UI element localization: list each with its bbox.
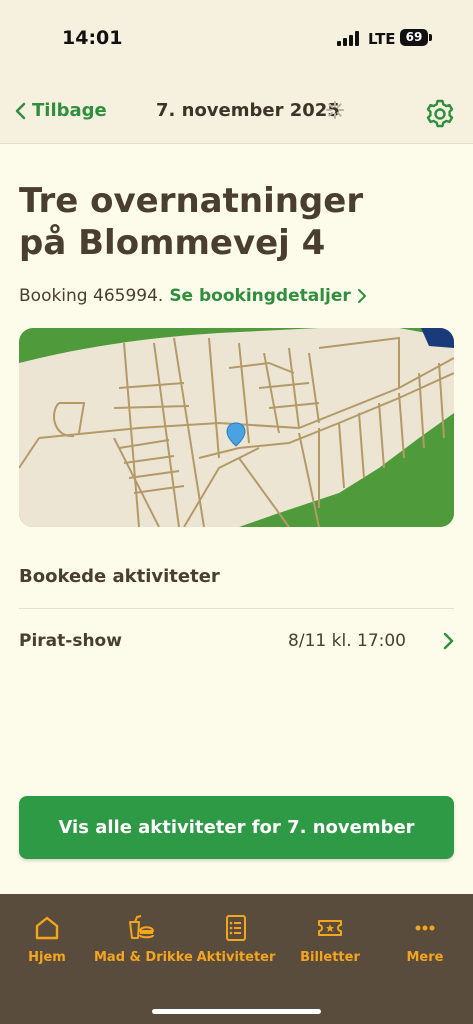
booking-number: Booking 465994. bbox=[19, 286, 164, 306]
back-button[interactable]: Tilbage bbox=[14, 100, 107, 121]
tab-tickets[interactable]: Billetter bbox=[283, 914, 377, 974]
battery-level: 69 bbox=[400, 29, 428, 46]
title-line-1: Tre overnatninger bbox=[19, 181, 364, 221]
tab-activities[interactable]: Aktiviteter bbox=[189, 914, 283, 974]
status-bar: 14:01 LTE 69 bbox=[0, 0, 473, 80]
site-map[interactable] bbox=[19, 328, 454, 527]
settings-gear-icon[interactable] bbox=[423, 97, 457, 131]
tab-label: Mere bbox=[406, 950, 444, 965]
ticket-icon bbox=[318, 920, 342, 936]
title-line-2: på Blommevej 4 bbox=[19, 223, 326, 263]
battery-icon: 69 bbox=[400, 29, 432, 46]
tab-home[interactable]: Hjem bbox=[0, 914, 94, 974]
divider bbox=[19, 608, 454, 609]
section-title-activities: Bookede aktiviteter bbox=[19, 566, 220, 587]
header-date: 7. november 2025 bbox=[156, 100, 340, 121]
booking-info: Booking 465994. Se bookingdetaljer bbox=[19, 286, 367, 306]
booking-details-label: Se bookingdetaljer bbox=[169, 286, 351, 306]
network-label: LTE bbox=[368, 30, 396, 48]
tab-more[interactable]: Mere bbox=[378, 914, 472, 974]
booking-details-link[interactable]: Se bookingdetaljer bbox=[169, 286, 367, 306]
food-icon bbox=[129, 915, 154, 939]
tab-bar: Hjem Mad & Drikke Aktiviteter Billetter … bbox=[0, 894, 473, 1024]
back-label: Tilbage bbox=[32, 100, 107, 121]
more-icon bbox=[415, 925, 435, 931]
home-indicator[interactable] bbox=[152, 1009, 321, 1014]
tab-food-drinks[interactable]: Mad & Drikke bbox=[94, 914, 193, 974]
activity-time: 8/11 kl. 17:00 bbox=[288, 631, 406, 651]
loading-spinner-icon bbox=[326, 101, 344, 119]
chevron-left-icon bbox=[15, 102, 26, 119]
status-time: 14:01 bbox=[62, 27, 123, 49]
activity-name: Pirat-show bbox=[19, 631, 122, 651]
chevron-right-icon bbox=[443, 632, 454, 650]
home-icon bbox=[35, 916, 59, 940]
nav-header: Tilbage 7. november 2025 bbox=[0, 80, 473, 144]
tab-label: Hjem bbox=[28, 950, 66, 965]
activity-row[interactable]: Pirat-show 8/11 kl. 17:00 bbox=[19, 620, 454, 664]
chevron-right-icon bbox=[357, 289, 366, 303]
tab-label: Mad & Drikke bbox=[94, 950, 193, 965]
tab-label: Billetter bbox=[300, 950, 360, 965]
page-title: Tre overnatninger på Blommevej 4 bbox=[19, 180, 449, 264]
activities-icon bbox=[226, 915, 246, 941]
show-all-activities-button[interactable]: Vis alle aktiviteter for 7. november bbox=[19, 796, 454, 859]
tab-label: Aktiviteter bbox=[196, 950, 276, 965]
signal-icon bbox=[337, 30, 363, 46]
